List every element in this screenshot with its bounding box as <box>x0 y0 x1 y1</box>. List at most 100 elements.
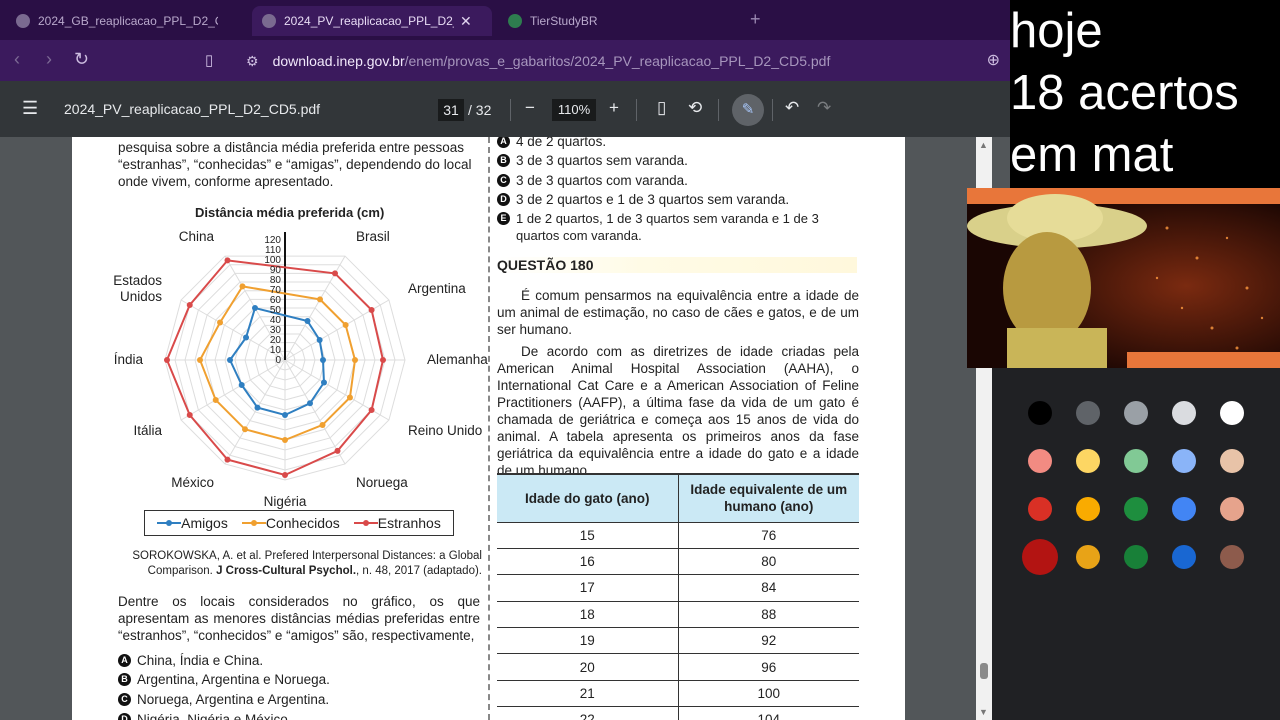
pdf-filename: 2024_PV_reaplicacao_PPL_D2_CD5.pdf <box>64 101 321 117</box>
color-swatch[interactable] <box>1172 401 1196 425</box>
redo-icon[interactable]: ↷ <box>817 98 831 118</box>
color-swatch[interactable] <box>1076 497 1100 521</box>
zoom-level-input[interactable]: 110% <box>552 99 596 121</box>
data-point <box>307 400 313 407</box>
site-info-icon[interactable]: ⚙ <box>246 53 259 70</box>
tick-label: 20 <box>270 335 282 346</box>
color-swatch[interactable] <box>1028 497 1052 521</box>
category-label: Itália <box>133 423 162 438</box>
tab-2024-pv[interactable]: 2024_PV_reaplicacao_PPL_D2_CD5.pdf ✕ <box>252 6 492 36</box>
back-icon[interactable]: ‹ <box>14 49 20 70</box>
data-point <box>316 337 323 343</box>
cat-age-cell: 16 <box>497 548 678 576</box>
color-swatch[interactable] <box>1076 401 1100 425</box>
close-tab-icon[interactable]: ✕ <box>460 13 472 30</box>
prev-option-e[interactable]: E1 de 2 quartos, 1 de 3 quartos sem vara… <box>497 210 862 244</box>
prev-option-b[interactable]: B3 de 3 quartos sem varanda. <box>497 152 688 169</box>
forward-icon[interactable]: › <box>46 49 52 70</box>
prev-option-d[interactable]: D3 de 2 quartos e 1 de 3 quartos sem var… <box>497 191 789 208</box>
data-point <box>186 302 193 308</box>
color-swatch[interactable] <box>1076 545 1100 569</box>
category-label: Estados <box>113 273 162 288</box>
color-swatch[interactable] <box>1022 539 1058 575</box>
color-swatch[interactable] <box>1172 497 1196 521</box>
scroll-down-icon[interactable]: ▼ <box>979 707 988 717</box>
option-d[interactable]: D Nigéria, Nigéria e México. <box>118 711 292 720</box>
cat-age-cell: 21 <box>497 680 678 708</box>
category-label: Alemanha <box>427 352 488 367</box>
url-path: /enem/provas_e_gabaritos/2024_PV_reaplic… <box>404 53 831 69</box>
fit-page-icon[interactable]: ▯ <box>657 98 666 118</box>
color-swatch[interactable] <box>1220 545 1244 569</box>
undo-icon[interactable]: ↶ <box>785 98 799 118</box>
color-swatch[interactable] <box>1220 401 1244 425</box>
human-age-cell: 96 <box>677 653 859 681</box>
tick-label: 90 <box>270 265 282 276</box>
reload-icon[interactable]: ↻ <box>74 49 89 70</box>
overlay-line: 18 acertos <box>1010 66 1239 120</box>
tierstudy-icon <box>508 14 522 28</box>
stream-overlay: hoje 18 acertos em mat <box>1010 0 1280 190</box>
data-point <box>319 421 326 428</box>
legend-amigos: Amigos <box>157 515 228 531</box>
rotate-icon[interactable]: ⟲ <box>688 98 702 118</box>
data-point <box>320 379 327 386</box>
prev-option-a[interactable]: A4 de 2 quartos. <box>497 137 606 150</box>
color-swatch[interactable] <box>1124 401 1148 425</box>
cat-age-cell: 19 <box>497 627 678 655</box>
color-swatch[interactable] <box>1124 497 1148 521</box>
decorative-stripe <box>1127 352 1280 368</box>
tick-label: 60 <box>270 295 282 306</box>
data-point <box>346 394 353 401</box>
human-age-cell: 92 <box>677 627 859 655</box>
color-swatch[interactable] <box>1124 449 1148 473</box>
annotate-icon[interactable]: ✎ <box>732 94 764 126</box>
data-point <box>186 412 193 418</box>
table-row: 17 84 <box>497 574 859 602</box>
data-point <box>282 437 288 443</box>
page-total: / 32 <box>468 102 492 118</box>
address-bar[interactable]: ⚙ download.inep.gov.br/enem/provas_e_gab… <box>236 46 1010 76</box>
tab-title: 2024_GB_reaplicacao_PPL_D2_CD5.pdf <box>38 14 218 28</box>
data-point <box>217 319 224 326</box>
tick-label: 30 <box>270 325 282 336</box>
tab-2024-gb[interactable]: 2024_GB_reaplicacao_PPL_D2_CD5.pdf <box>6 6 228 36</box>
zoom-icon[interactable]: ⊕ <box>987 50 1000 70</box>
page-number-input[interactable]: 31 <box>438 99 464 121</box>
color-swatch[interactable] <box>1220 449 1244 473</box>
menu-icon[interactable]: ☰ <box>22 98 38 119</box>
color-swatch[interactable] <box>1124 545 1148 569</box>
human-age-cell: 84 <box>677 574 859 602</box>
data-point <box>282 412 288 418</box>
category-label: México <box>171 475 214 490</box>
tick-label: 100 <box>264 255 281 266</box>
zoom-out-icon[interactable]: − <box>525 98 535 118</box>
color-swatch[interactable] <box>1220 497 1244 521</box>
scroll-up-icon[interactable]: ▲ <box>979 140 988 150</box>
data-point <box>238 382 245 388</box>
bookmark-icon[interactable]: ▯ <box>205 51 213 69</box>
color-swatch[interactable] <box>1028 449 1052 473</box>
color-palette <box>992 368 1280 720</box>
option-a[interactable]: A China, Índia e China. <box>118 652 263 669</box>
browser-toolbar: ‹ › ↻ ▯ ⚙ download.inep.gov.br/enem/prov… <box>0 40 1010 81</box>
data-point <box>243 334 250 341</box>
overlay-line: hoje <box>1010 4 1103 58</box>
category-label: Índia <box>114 352 144 367</box>
option-b[interactable]: B Argentina, Argentina e Noruega. <box>118 671 330 688</box>
legend-estranhos: Estranhos <box>353 515 441 531</box>
color-swatch[interactable] <box>1172 449 1196 473</box>
divider <box>510 99 511 121</box>
prev-option-c[interactable]: C3 de 3 quartos com varanda. <box>497 172 688 189</box>
data-point <box>227 357 233 363</box>
new-tab-button[interactable]: + <box>750 9 761 30</box>
color-swatch[interactable] <box>1076 449 1100 473</box>
option-c[interactable]: C Noruega, Argentina e Argentina. <box>118 691 329 708</box>
zoom-in-icon[interactable]: + <box>609 98 619 118</box>
color-swatch[interactable] <box>1028 401 1052 425</box>
tab-tierstudy[interactable]: TierStudyBR <box>498 6 660 36</box>
url-host: download.inep.gov.br <box>272 53 405 69</box>
scrollbar-thumb[interactable] <box>980 663 988 679</box>
color-swatch[interactable] <box>1172 545 1196 569</box>
category-label: Nigéria <box>264 494 307 509</box>
